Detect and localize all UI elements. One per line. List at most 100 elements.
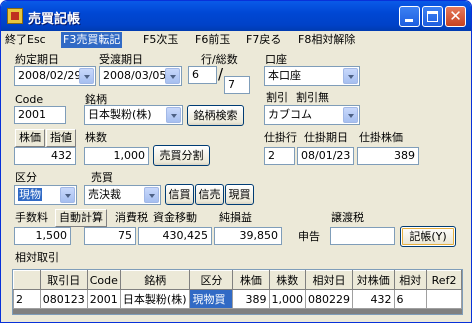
code-label: Code <box>15 93 44 106</box>
cell-relative-date[interactable]: 080229 <box>305 289 353 309</box>
col-header-ref2[interactable]: Ref2 <box>426 270 462 290</box>
close-icon: ✕ <box>449 7 462 25</box>
col-header-code[interactable]: Code <box>86 270 121 290</box>
declare-label: 申告 <box>298 230 320 243</box>
chevron-down-icon[interactable] <box>165 68 180 84</box>
tax-label: 消費税 <box>115 211 148 224</box>
menu-f7-back[interactable]: F7戻る <box>244 32 283 48</box>
trade-value: 売決裁 <box>88 188 121 201</box>
maximize-button[interactable] <box>422 6 443 27</box>
split-button[interactable]: 売買分割 <box>153 145 210 166</box>
category-label: 区分 <box>15 171 37 184</box>
fee-input[interactable]: 1,500 <box>14 227 71 245</box>
transfer-tax-input[interactable] <box>330 227 395 245</box>
code-input[interactable]: 2001 <box>14 106 66 124</box>
contract-date-label: 約定期日 <box>15 53 59 66</box>
menu-f5-next[interactable]: F5次玉 <box>141 32 180 48</box>
col-header-relative-price[interactable]: 対株価 <box>352 270 395 290</box>
credit-buy-button[interactable]: 信買 <box>165 184 194 205</box>
contract-date-select[interactable]: 2008/02/29 <box>14 66 96 86</box>
pending-row-input[interactable]: 2 <box>264 147 295 165</box>
record-button[interactable]: 記帳(Y) <box>400 226 456 247</box>
cell-ref2[interactable] <box>426 289 462 309</box>
menu-f8-release[interactable]: F8相対解除 <box>296 32 357 48</box>
col-header-category[interactable]: 区分 <box>189 270 234 290</box>
shares-label: 株数 <box>85 131 107 144</box>
account-select[interactable]: 本口座 <box>264 66 360 86</box>
menu-bar: 終了Esc F3売買転記 F5次玉 F6前玉 F7戻る F8相対解除 <box>1 31 471 49</box>
broker-value: カブコム <box>268 108 312 121</box>
slash-divider: / <box>218 65 224 83</box>
fee-label: 手数料 <box>15 211 48 224</box>
cell-issue[interactable]: 日本製粉(株) <box>119 289 191 309</box>
table-row[interactable]: 2 080123 2001 日本製粉(株) 現物買 389 1,000 0802… <box>13 289 462 309</box>
price-input[interactable]: 432 <box>14 147 76 165</box>
broker-select[interactable]: カブコム <box>264 105 360 125</box>
chevron-down-icon[interactable] <box>343 107 358 123</box>
limit-button[interactable]: 指値 <box>46 129 76 147</box>
shares-input[interactable]: 1,000 <box>84 147 149 165</box>
close-button[interactable]: ✕ <box>445 6 466 27</box>
title-bar[interactable]: 売買記帳 ✕ <box>1 1 471 31</box>
total-input[interactable]: 7 <box>224 76 250 94</box>
minimize-button[interactable] <box>399 6 420 27</box>
chevron-down-icon[interactable] <box>79 68 94 84</box>
issue-select[interactable]: 日本製粉(株) <box>84 105 183 125</box>
maximize-icon <box>427 11 438 22</box>
cell-category[interactable]: 現物買 <box>189 289 234 309</box>
issue-search-button[interactable]: 銘柄検索 <box>187 105 244 126</box>
cell-price[interactable]: 389 <box>232 289 270 309</box>
cell-relative-price[interactable]: 432 <box>352 289 395 309</box>
fund-move-label: 資金移動 <box>153 211 197 224</box>
category-value: 現物 <box>18 188 42 201</box>
col-header-shares[interactable]: 株数 <box>268 270 306 290</box>
menu-exit[interactable]: 終了Esc <box>3 32 48 48</box>
profit-label: 純損益 <box>219 211 252 224</box>
minimize-icon <box>405 19 413 22</box>
cell-code[interactable]: 2001 <box>86 289 121 309</box>
relative-trade-grid[interactable]: 取引日 Code 銘柄 区分 株価 株数 相対日 対株価 相対 Ref2 2 0… <box>12 269 463 315</box>
account-value: 本口座 <box>268 69 301 82</box>
cell-row-number[interactable]: 2 <box>13 289 41 309</box>
transfer-tax-label: 譲渡税 <box>331 211 364 224</box>
discount-label: 割引 <box>266 91 288 104</box>
price-button[interactable]: 株価 <box>15 129 45 147</box>
delivery-date-value: 2008/03/05 <box>103 69 167 82</box>
account-label: 口座 <box>265 53 287 66</box>
contract-date-value: 2008/02/29 <box>18 69 82 82</box>
chevron-down-icon[interactable] <box>343 68 358 84</box>
cell-relative[interactable]: 6 <box>393 289 428 309</box>
window-title: 売買記帳 <box>28 12 81 27</box>
trade-select[interactable]: 売決裁 <box>84 185 161 205</box>
col-header-issue[interactable]: 銘柄 <box>119 270 191 290</box>
line-input[interactable]: 6 <box>188 66 217 84</box>
cell-trade-date[interactable]: 080123 <box>39 289 88 309</box>
chevron-down-icon[interactable] <box>60 187 75 203</box>
fund-move-input[interactable]: 430,425 <box>138 227 212 245</box>
tax-input[interactable]: 75 <box>84 227 136 245</box>
col-header-relative[interactable]: 相対 <box>393 270 428 290</box>
chevron-down-icon[interactable] <box>166 107 181 123</box>
pending-date-input[interactable]: 08/01/23 <box>297 147 354 165</box>
grid-header-row: 取引日 Code 銘柄 区分 株価 株数 相対日 対株価 相対 Ref2 <box>13 270 462 290</box>
menu-f6-prev[interactable]: F6前玉 <box>193 32 232 48</box>
category-select[interactable]: 現物 <box>14 185 77 205</box>
pending-row-label: 仕掛行 <box>264 131 297 144</box>
menu-f3-transfer[interactable]: F3売買転記 <box>61 32 123 48</box>
app-icon <box>7 8 23 24</box>
delivery-date-select[interactable]: 2008/03/05 <box>99 66 182 86</box>
cell-shares[interactable]: 1,000 <box>268 289 306 309</box>
relative-trade-label: 相対取引 <box>15 251 59 264</box>
delivery-date-label: 受渡期日 <box>99 53 143 66</box>
discount-none-label: 割引無 <box>296 91 329 104</box>
col-header-trade-date[interactable]: 取引日 <box>39 270 88 290</box>
col-header-relative-date[interactable]: 相対日 <box>305 270 353 290</box>
col-header-price[interactable]: 株価 <box>232 270 270 290</box>
chevron-down-icon[interactable] <box>144 187 159 203</box>
auto-calc-button[interactable]: 自動計算 <box>55 209 107 227</box>
credit-sell-button[interactable]: 信売 <box>195 184 224 205</box>
spot-buy-button[interactable]: 現買 <box>225 184 254 205</box>
profit-input[interactable]: 39,850 <box>214 227 282 245</box>
grid-table: 取引日 Code 銘柄 区分 株価 株数 相対日 対株価 相対 Ref2 2 0… <box>13 270 462 309</box>
pending-price-input[interactable]: 389 <box>357 147 419 165</box>
